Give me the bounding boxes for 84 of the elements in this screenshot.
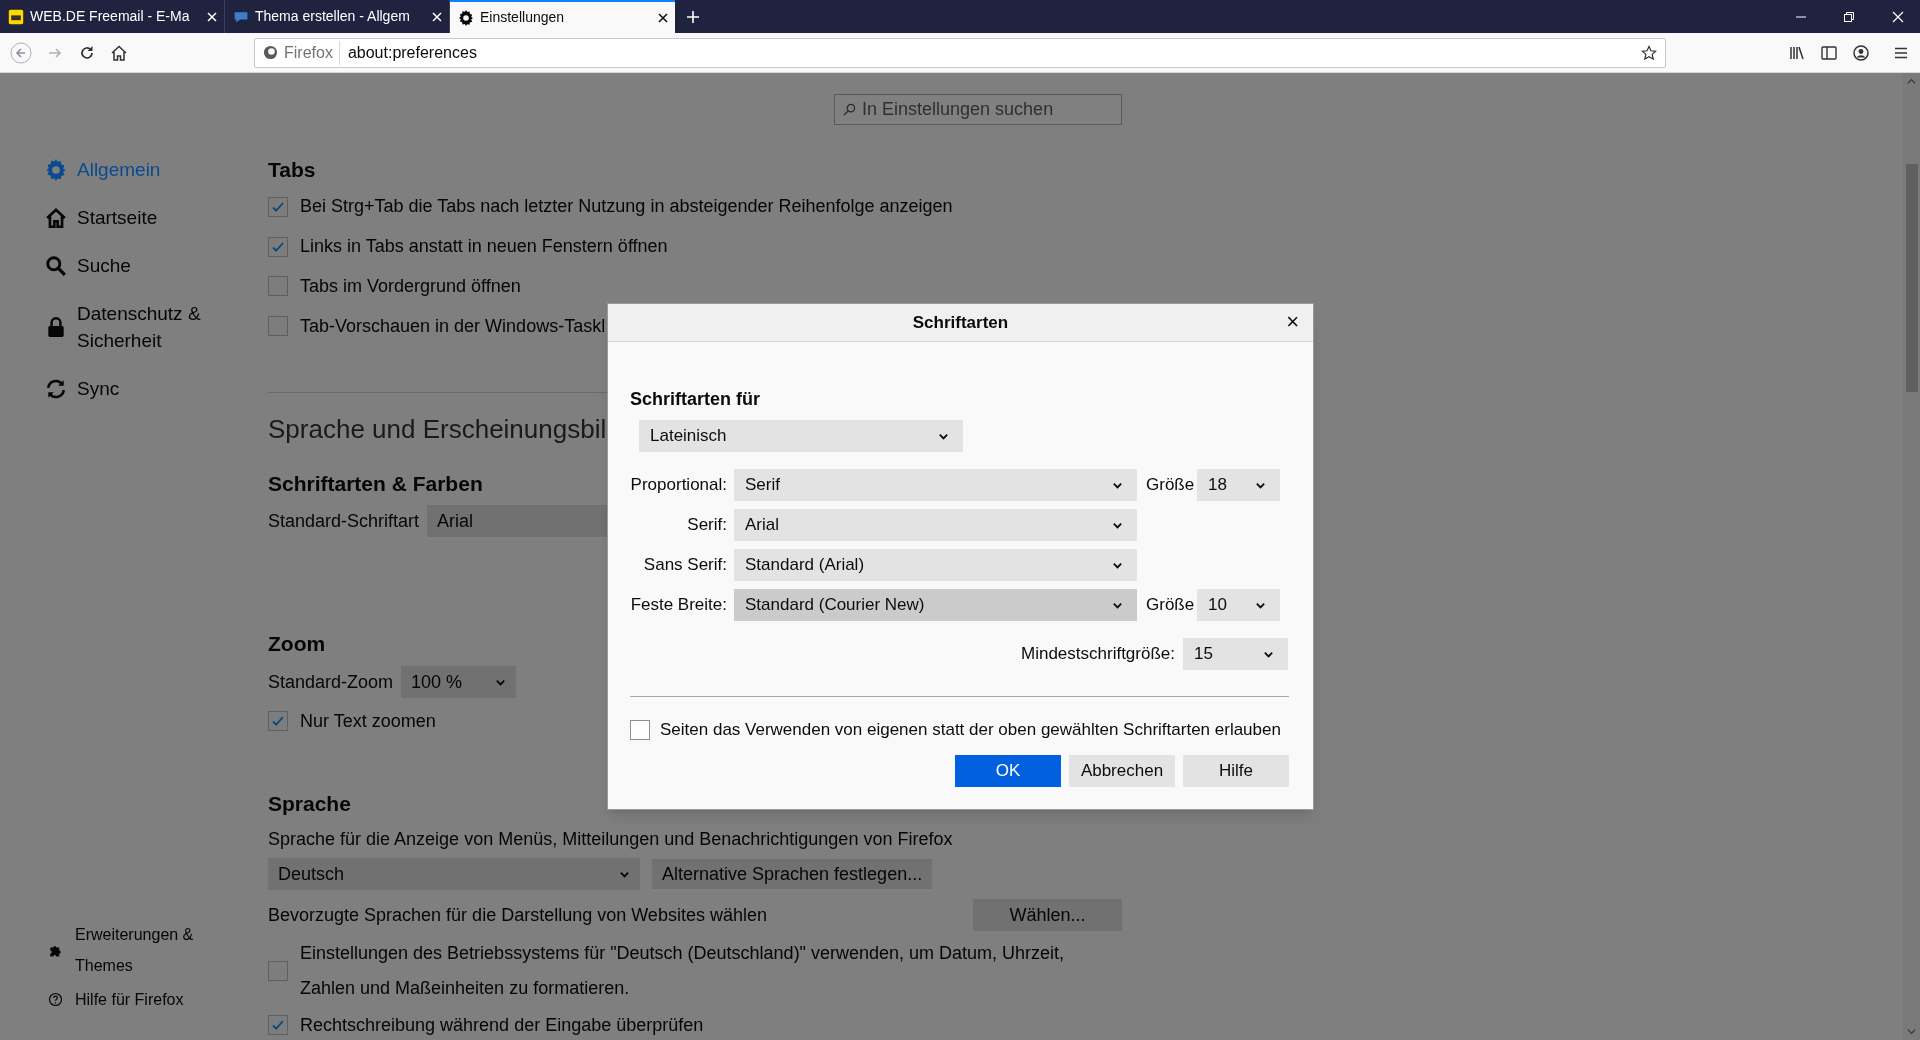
checkbox[interactable] — [268, 1015, 288, 1035]
section-heading: Schriftarten & Farben — [268, 471, 483, 498]
url-text: about:preferences — [346, 42, 478, 63]
help-icon — [48, 992, 63, 1007]
section-heading: Tabs — [268, 156, 316, 183]
tab-title: WEB.DE Freemail - E-Ma — [30, 7, 190, 26]
dialog-button[interactable]: Hilfe — [1183, 755, 1289, 787]
size-dropdown[interactable]: 18 — [1197, 469, 1280, 501]
scrollbar-thumb[interactable] — [1905, 164, 1918, 392]
search-icon — [843, 102, 856, 116]
field-label: Standard-Schriftart — [268, 509, 420, 533]
reload-icon[interactable] — [78, 43, 96, 62]
sidebar-link[interactable]: Erweiterungen & Themes — [45, 919, 268, 981]
language-dropdown[interactable]: Deutsch — [268, 858, 640, 890]
address-bar[interactable]: Firefox about:preferences — [254, 37, 1666, 68]
checkbox[interactable] — [268, 711, 288, 732]
scrollbar[interactable] — [1903, 73, 1920, 1040]
field-label: Standard-Zoom — [268, 670, 394, 694]
section-heading: Sprache und Erscheinungsbil — [268, 413, 607, 447]
size-dropdown[interactable]: 15 — [1183, 638, 1288, 670]
sidebar-item[interactable]: Datenschutz & Sicherheit — [45, 297, 268, 357]
restore-icon[interactable] — [1844, 11, 1854, 22]
gear-icon — [458, 9, 474, 26]
script-dropdown[interactable]: Lateinisch — [639, 420, 963, 452]
dialog-title: Schriftarten — [912, 311, 1009, 334]
font-dropdown[interactable]: Standard (Courier New) — [734, 589, 1137, 621]
lock-icon — [45, 316, 67, 338]
checkbox[interactable] — [268, 961, 288, 981]
checkbox[interactable] — [268, 276, 288, 297]
size-dropdown[interactable]: 10 — [1197, 589, 1280, 621]
gear-icon — [45, 158, 67, 181]
font-dropdown[interactable]: Arial — [734, 509, 1137, 541]
account-icon[interactable] — [1852, 43, 1870, 62]
checkbox-label: Rechtschreibung während der Eingabe überprüfen — [300, 1013, 705, 1037]
field-label: Proportional: — [630, 474, 727, 497]
description-text: Sprache für die Anzeige von Menüs, Mitteilungen und Benachrichtigungen von Firefox — [268, 828, 954, 851]
field-label: Bevorzugte Sprachen für die Darstellung von Websites wählen — [268, 903, 768, 927]
font-dropdown[interactable]: Standard (Arial) — [734, 549, 1137, 581]
checkbox[interactable] — [268, 236, 288, 257]
identity-label: Firefox — [284, 40, 340, 65]
choose-button[interactable]: Wählen... — [973, 899, 1122, 931]
checkbox-label: Einstellungen des Betriebssystems für "Deutsch (Deutschland)" verwenden, um Datum, Uhrzeit, Zahlen und Maßeinheiten zu formatieren. — [300, 942, 1066, 1000]
font-dropdown[interactable]: Serif — [734, 469, 1137, 501]
star-icon[interactable] — [1641, 44, 1657, 61]
field-label: Sans Serif: — [642, 554, 727, 577]
favicon-icon — [8, 8, 24, 25]
zoom-dropdown[interactable]: 100 % — [401, 666, 517, 699]
dialog-button[interactable]: OK — [955, 755, 1061, 787]
search-field[interactable]: In Einstellungen suchen — [834, 94, 1122, 125]
sidebar-item[interactable]: Sync — [45, 372, 268, 405]
close-icon[interactable] — [657, 11, 669, 24]
checkbox-label: Tabs im Vordergrund öffnen — [300, 274, 521, 298]
plus-icon[interactable] — [685, 8, 701, 25]
checkbox-label: Bei Strg+Tab die Tabs nach letzter Nutzung in absteigender Reihenfolge anzeigen — [300, 195, 953, 219]
browser-tab[interactable]: Einstellungen — [450, 0, 675, 33]
checkbox-label: Nur Text zoomen — [300, 709, 436, 733]
scroll-up-icon[interactable] — [1907, 77, 1916, 86]
tab-title: Thema erstellen - Allgem — [255, 7, 410, 26]
home-icon[interactable] — [110, 43, 128, 62]
section-heading: Sprache — [268, 791, 351, 817]
checkbox[interactable] — [268, 196, 288, 217]
checkbox[interactable] — [268, 316, 288, 337]
dialog-button[interactable]: Abbrechen — [1069, 755, 1175, 787]
checkbox-label: Links in Tabs anstatt in neuen Fenstern öffnen — [300, 235, 668, 259]
field-label: Feste Breite: — [630, 594, 727, 617]
scroll-down-icon[interactable] — [1907, 1027, 1916, 1036]
checkbox-label: Tab-Vorschauen in der Windows-Taskl — [300, 314, 606, 338]
sidebar-link[interactable]: Hilfe für Firefox — [45, 984, 268, 1015]
section-heading: Zoom — [268, 631, 326, 658]
search-icon — [45, 254, 67, 277]
sidebar-icon[interactable] — [1820, 43, 1838, 62]
sidebar-item[interactable]: Suche — [45, 249, 268, 282]
section-heading: Schriftarten für — [630, 388, 762, 411]
checkbox-label: Seiten das Verwenden von eigenen statt der oben gewählten Schriftarten erlauben — [660, 719, 1281, 742]
tab-title: Einstellungen — [480, 8, 565, 27]
checkbox[interactable] — [630, 720, 650, 740]
house-icon — [45, 206, 67, 229]
browser-logo-icon — [263, 45, 278, 60]
field-label: Mindestschriftgröße: — [1021, 643, 1175, 666]
close-button[interactable]: × — [1284, 310, 1301, 334]
sync-icon — [45, 377, 67, 400]
field-label: Serif: — [686, 514, 727, 537]
alternative-languages-button[interactable]: Alternative Sprachen festlegen... — [652, 859, 933, 889]
sidebar-item[interactable]: Startseite — [45, 201, 268, 234]
